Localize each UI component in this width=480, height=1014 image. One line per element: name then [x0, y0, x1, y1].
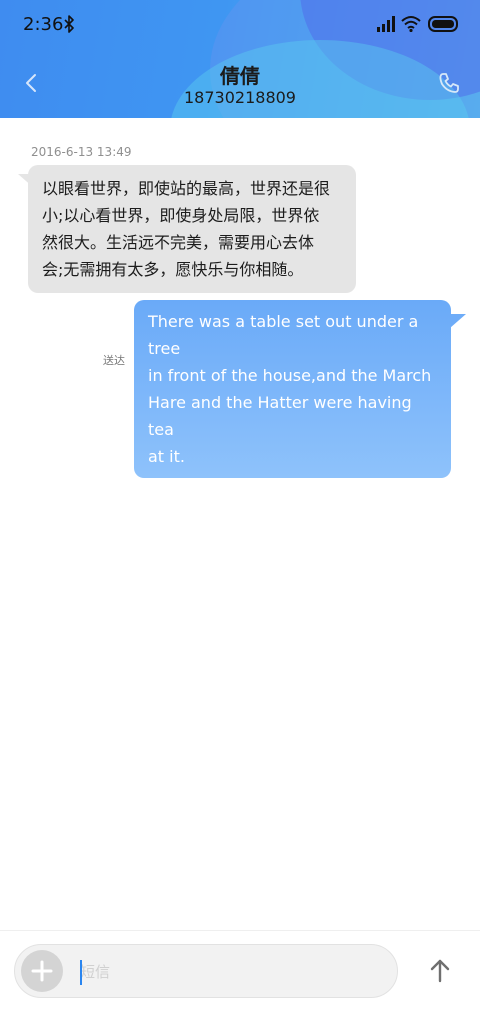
message-line: There was a table set out under a tree — [148, 312, 419, 358]
outgoing-bubble-tail — [450, 314, 466, 328]
battery-icon — [428, 16, 458, 32]
incoming-message-bubble[interactable]: 以眼看世界，即使站的最高，世界还是很 小;以心看世界，即使身处局限，世界依 然很… — [28, 165, 356, 293]
conversation-header: 2:36 倩倩 18730218809 — [0, 0, 480, 118]
message-line: 以眼看世界，即使站的最高，世界还是很 — [42, 179, 331, 198]
send-button[interactable] — [424, 955, 456, 987]
wifi-icon — [401, 16, 421, 32]
status-bar: 2:36 — [0, 0, 480, 52]
message-timestamp: 2016-6-13 13:49 — [31, 145, 132, 159]
plus-icon — [31, 960, 53, 982]
message-line: at it. — [148, 447, 185, 466]
message-line: Hare and the Hatter were having tea — [148, 393, 412, 439]
phone-icon — [439, 73, 459, 93]
add-attachment-button[interactable] — [21, 950, 63, 992]
message-line: 会;无需拥有太多，愿快乐与你相随。 — [42, 260, 304, 279]
bluetooth-icon — [64, 15, 74, 33]
signal-icon — [377, 16, 395, 32]
contact-number: 18730218809 — [184, 88, 296, 107]
call-button[interactable] — [434, 68, 464, 98]
status-time: 2:36 — [23, 14, 64, 35]
message-line: 小;以心看世界，即使身处局限，世界依 — [42, 206, 320, 225]
contact-name: 倩倩 — [220, 64, 260, 88]
message-line: in front of the house,and the March — [148, 366, 432, 385]
arrow-up-icon — [430, 959, 450, 983]
outgoing-message-bubble[interactable]: There was a table set out under a tree i… — [134, 300, 451, 478]
message-line: 然很大。生活远不完美，需要用心去体 — [42, 233, 315, 252]
delivery-status: 送达 — [103, 354, 125, 367]
message-input[interactable] — [80, 958, 380, 986]
text-caret — [80, 960, 82, 985]
